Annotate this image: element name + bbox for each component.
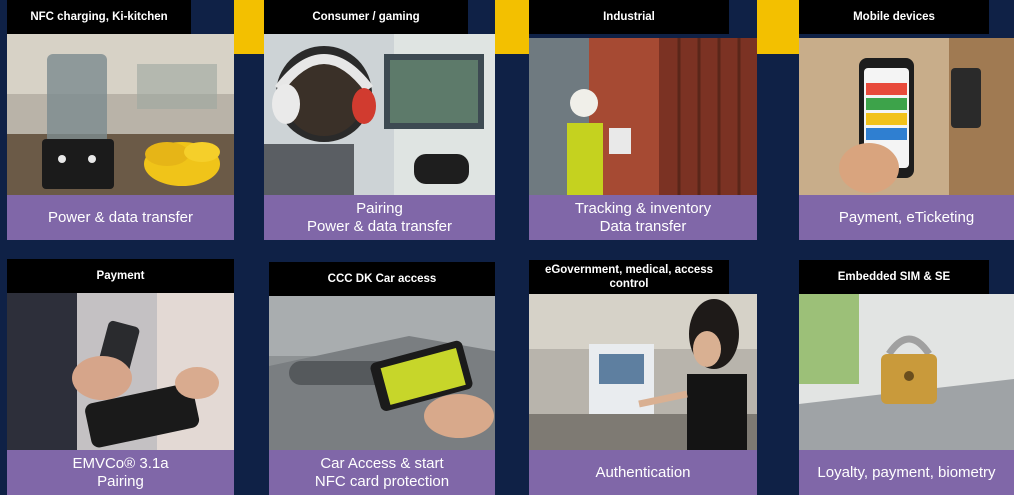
tile-consumer-gaming: Consumer / gaming Pairing Power & data t… bbox=[264, 0, 495, 240]
tile-caption: Payment, eTicketing bbox=[799, 195, 1014, 240]
gamer-headphones-controller-photo bbox=[264, 34, 495, 195]
tile-title: Consumer / gaming bbox=[264, 0, 468, 34]
tile-title: NFC charging, Ki-kitchen bbox=[7, 0, 191, 34]
kitchen-blender-bananas-photo bbox=[7, 34, 234, 195]
caption-line: Tracking & inventory bbox=[574, 199, 712, 217]
tile-caption: Power & data transfer bbox=[7, 195, 234, 240]
caption-line: Power & data transfer bbox=[306, 217, 453, 235]
tile-caption: Authentication bbox=[529, 450, 757, 495]
caption-line: Loyalty, payment, biometry bbox=[817, 463, 996, 481]
yellow-accent-bar bbox=[234, 0, 264, 54]
tile-title: Embedded SIM & SE bbox=[799, 260, 989, 294]
tile-payment: Payment EMVCo® 3.1a Pairing bbox=[7, 259, 234, 495]
caption-line: Pairing bbox=[97, 472, 144, 490]
caption-line: Data transfer bbox=[599, 217, 687, 235]
caption-line: Payment, eTicketing bbox=[838, 208, 975, 226]
phone-car-door-handle-photo bbox=[269, 296, 495, 450]
tile-egovernment: eGovernment, medical, access control Aut… bbox=[529, 260, 757, 495]
tile-industrial: Industrial Tracking & inventory Data tra… bbox=[529, 0, 757, 240]
tile-caption: Car Access & start NFC card protection bbox=[269, 450, 495, 495]
tile-title: Payment bbox=[7, 259, 234, 293]
tile-title: Industrial bbox=[529, 0, 729, 34]
padlock-on-laptop-photo bbox=[799, 294, 1014, 450]
woman-kiosk-card-reader-photo bbox=[529, 294, 757, 450]
tile-embedded-sim: Embedded SIM & SE Loyalty, payment, biom… bbox=[799, 260, 1014, 495]
tile-title: eGovernment, medical, access control bbox=[529, 260, 729, 294]
tile-mobile-devices: Mobile devices Payment, eTicketing bbox=[799, 0, 1014, 240]
tile-nfc-charging: NFC charging, Ki-kitchen Power & data tr… bbox=[7, 0, 234, 240]
tile-caption: Pairing Power & data transfer bbox=[264, 195, 495, 240]
caption-line: Authentication bbox=[595, 463, 691, 481]
phone-payment-terminal-photo bbox=[7, 293, 234, 450]
yellow-accent-bar bbox=[757, 0, 799, 54]
caption-line: NFC card protection bbox=[314, 472, 450, 490]
tile-title: CCC DK Car access bbox=[269, 262, 495, 296]
tile-title: Mobile devices bbox=[799, 0, 989, 34]
caption-line: Power & data transfer bbox=[47, 208, 194, 226]
caption-line: Pairing bbox=[356, 199, 403, 217]
yellow-accent-bar bbox=[495, 0, 529, 54]
caption-line: Car Access & start bbox=[320, 454, 444, 472]
caption-line: EMVCo® 3.1a bbox=[72, 454, 169, 472]
worker-shipping-containers-photo bbox=[529, 38, 757, 195]
tile-caption: Loyalty, payment, biometry bbox=[799, 450, 1014, 495]
phone-wallet-door-lock-photo bbox=[799, 38, 1014, 195]
tile-caption: EMVCo® 3.1a Pairing bbox=[7, 450, 234, 495]
tile-car-access: CCC DK Car access Car Access & start NFC… bbox=[269, 262, 495, 495]
tile-caption: Tracking & inventory Data transfer bbox=[529, 195, 757, 240]
